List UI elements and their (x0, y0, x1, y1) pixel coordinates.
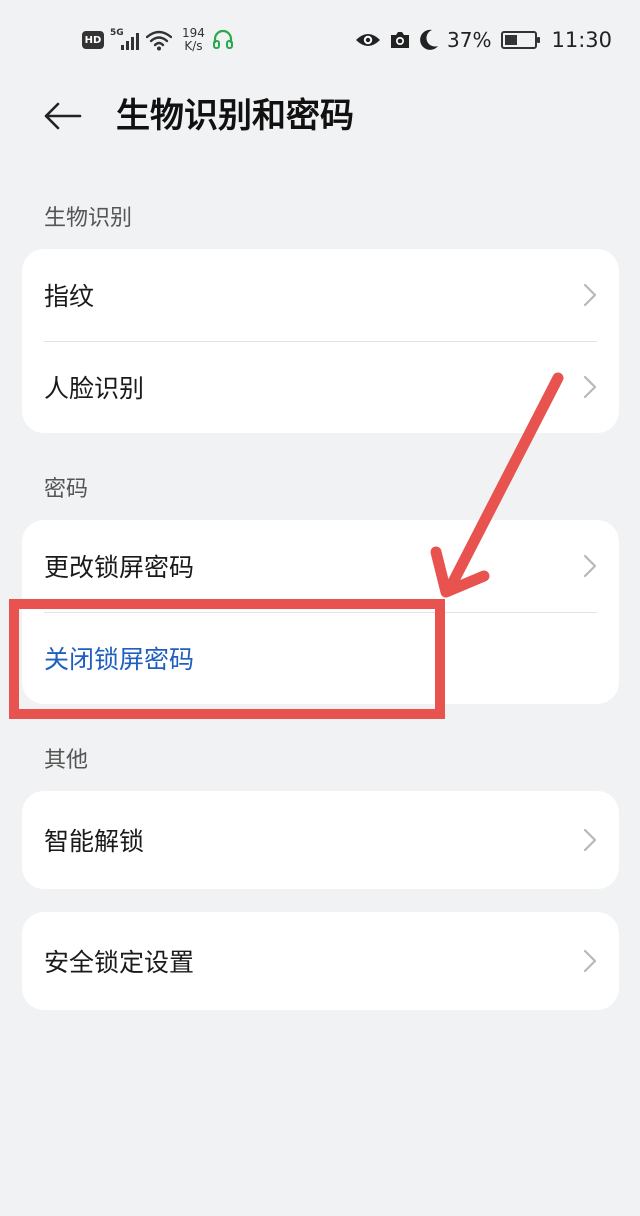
chevron-right-icon (583, 828, 597, 852)
chevron-right-icon (583, 554, 597, 578)
battery-icon (501, 31, 541, 49)
row-change-lock-password[interactable]: 更改锁屏密码 (22, 520, 619, 612)
network-speed: 194 K/s (182, 27, 205, 53)
row-label: 智能解锁 (44, 827, 145, 856)
row-label: 更改锁屏密码 (44, 553, 195, 582)
security-card: 安全锁定设置 (22, 912, 619, 1010)
row-smart-unlock[interactable]: 智能解锁 (22, 791, 619, 889)
status-time: 11:30 (551, 28, 612, 52)
signal-icon: 5G (110, 28, 140, 52)
section-label-password: 密码 (44, 477, 89, 502)
row-label: 指纹 (44, 282, 95, 311)
wifi-icon (146, 30, 172, 51)
hd-badge: HD (82, 31, 104, 49)
speed-unit: K/s (184, 39, 203, 53)
row-fingerprint[interactable]: 指纹 (22, 249, 619, 341)
section-label-biometrics: 生物识别 (44, 206, 133, 231)
moon-icon (420, 29, 439, 50)
section-label-other: 其他 (44, 748, 89, 773)
camera-icon (391, 32, 410, 48)
biometrics-card: 指纹 人脸识别 (22, 249, 619, 433)
status-right: 37% 11:30 (355, 24, 612, 56)
page-title: 生物识别和密码 (116, 96, 354, 136)
row-disable-lock-password[interactable]: 关闭锁屏密码 (22, 612, 619, 704)
settings-screen: HD 5G 194 K/s 37% 11:30 生物识别和密码 生物识别 指纹 … (0, 0, 640, 1216)
back-arrow-icon (44, 102, 82, 130)
other-card: 智能解锁 (22, 791, 619, 889)
row-label: 人脸识别 (44, 374, 145, 403)
chevron-right-icon (583, 283, 597, 307)
chevron-right-icon (583, 949, 597, 973)
app-header: 生物识别和密码 (0, 80, 640, 152)
chevron-right-icon (583, 375, 597, 399)
status-bar: HD 5G 194 K/s 37% 11:30 (0, 0, 640, 78)
password-card: 更改锁屏密码 关闭锁屏密码 (22, 520, 619, 704)
row-label: 关闭锁屏密码 (44, 645, 195, 674)
back-button[interactable] (40, 94, 84, 138)
battery-percent: 37% (447, 28, 492, 52)
row-label: 安全锁定设置 (44, 948, 195, 977)
eye-icon (356, 34, 381, 46)
status-left: HD 5G 194 K/s (82, 24, 235, 56)
row-face-recognition[interactable]: 人脸识别 (22, 341, 619, 433)
headset-icon (212, 29, 233, 49)
row-security-lock-settings[interactable]: 安全锁定设置 (22, 912, 619, 1010)
